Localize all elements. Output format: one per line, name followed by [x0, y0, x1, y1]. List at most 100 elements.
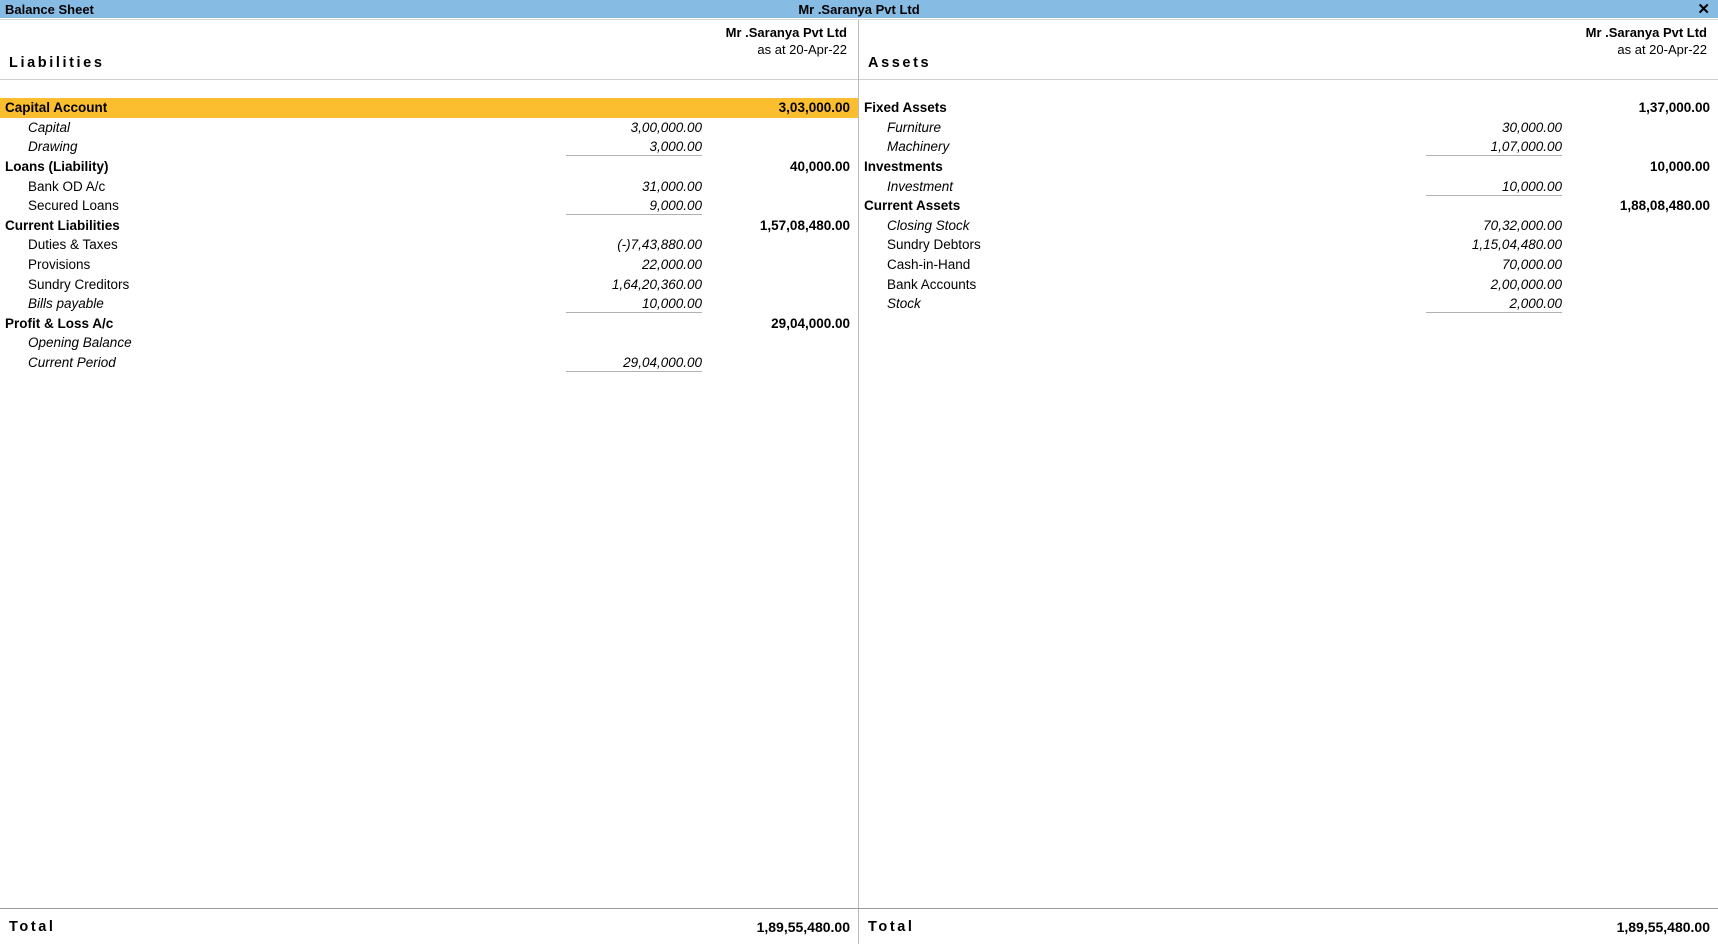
ledger-label: Drawing	[28, 139, 78, 155]
ledger-amount: 1,15,04,480.00	[1471, 237, 1562, 253]
group-row[interactable]: Profit & Loss A/c 29,04,000.00	[0, 314, 858, 334]
ledger-row[interactable]: Stock 2,000.00	[859, 294, 1718, 314]
group-row[interactable]: Fixed Assets 1,37,000.00	[859, 98, 1718, 118]
ledger-amount: 1,64,20,360.00	[611, 276, 702, 292]
group-label: Current Liabilities	[5, 217, 120, 233]
group-row[interactable]: Capital Account 3,03,000.00	[0, 98, 858, 118]
group-amount: 1,57,08,480.00	[759, 217, 850, 233]
ledger-amount: 70,000.00	[1501, 257, 1562, 273]
liabilities-as-at-date: as at 20-Apr-22	[757, 42, 847, 58]
group-label: Fixed Assets	[864, 100, 947, 116]
ledger-amount: 10,000.00	[1420, 179, 1568, 196]
ledger-row[interactable]: Bank Accounts 2,00,000.00	[859, 274, 1718, 294]
ledger-row[interactable]: Capital 3,00,000.00	[0, 118, 858, 138]
ledger-row[interactable]: Provisions 22,000.00	[0, 255, 858, 275]
ledger-amount: 22,000.00	[641, 257, 702, 273]
ledger-amount: 31,000.00	[641, 178, 702, 194]
ledger-label: Opening Balance	[28, 335, 132, 351]
ledger-amount: 30,000.00	[1501, 119, 1562, 135]
ledger-amount: (-)7,43,880.00	[617, 237, 702, 253]
ledger-amount: 9,000.00	[560, 198, 708, 216]
ledger-row[interactable]: Closing Stock 70,32,000.00	[859, 216, 1718, 236]
liabilities-column: Liabilities Mr .Saranya Pvt Ltd as at 20…	[0, 20, 859, 908]
ledger-label: Bank OD A/c	[28, 178, 106, 194]
ledger-row[interactable]: Drawing 3,000.00	[0, 137, 858, 157]
assets-rows: Fixed Assets 1,37,000.00 Furniture 30,000.0…	[859, 80, 1718, 908]
ledger-row[interactable]: Current Period 29,04,000.00	[0, 353, 858, 373]
assets-heading: Assets	[868, 55, 932, 71]
group-label: Current Assets	[864, 198, 961, 214]
ledger-row[interactable]: Bank OD A/c 31,000.00	[0, 176, 858, 196]
group-row[interactable]: Investments 10,000.00	[859, 157, 1718, 177]
ledger-label: Furniture	[887, 119, 942, 135]
liabilities-total-row: Total 1,89,55,480.00	[0, 909, 859, 944]
group-amount: 1,37,000.00	[1638, 100, 1710, 116]
ledger-row[interactable]: Opening Balance	[0, 333, 858, 353]
ledger-amount: 70,32,000.00	[1483, 217, 1562, 233]
group-amount: 29,04,000.00	[771, 315, 850, 331]
company-title: Mr .Saranya Pvt Ltd	[798, 1, 920, 17]
balance-sheet: Liabilities Mr .Saranya Pvt Ltd as at 20…	[0, 19, 1718, 944]
assets-company-name: Mr .Saranya Pvt Ltd	[1585, 25, 1707, 40]
ledger-amount: 2,000.00	[1420, 296, 1568, 314]
assets-total-row: Total 1,89,55,480.00	[859, 909, 1718, 944]
ledger-label: Closing Stock	[887, 217, 970, 233]
group-amount: 1,88,08,480.00	[1619, 198, 1710, 214]
ledger-row[interactable]: Secured Loans 9,000.00	[0, 196, 858, 216]
ledger-amount: 3,000.00	[560, 139, 708, 157]
ledger-row[interactable]: Furniture 30,000.00	[859, 118, 1718, 138]
liabilities-period-block: Mr .Saranya Pvt Ltd as at 20-Apr-22	[726, 24, 847, 58]
liabilities-total-value: 1,89,55,480.00	[756, 918, 850, 935]
close-icon[interactable]: ✕	[1693, 0, 1714, 19]
ledger-label: Bank Accounts	[887, 276, 977, 292]
group-label: Profit & Loss A/c	[5, 315, 114, 331]
liabilities-rows: Capital Account 3,03,000.00 Capital 3,00,00…	[0, 80, 858, 908]
ledger-label: Cash-in-Hand	[887, 257, 971, 273]
group-label: Loans (Liability)	[5, 159, 109, 175]
group-row[interactable]: Current Assets 1,88,08,480.00	[859, 196, 1718, 216]
liabilities-company-name: Mr .Saranya Pvt Ltd	[725, 25, 847, 40]
ledger-label: Capital	[28, 119, 71, 135]
ledger-label: Machinery	[887, 139, 950, 155]
window-title-bar: Balance Sheet Mr .Saranya Pvt Ltd ✕	[0, 0, 1718, 19]
ledger-label: Investment	[887, 178, 954, 194]
liabilities-header: Liabilities Mr .Saranya Pvt Ltd as at 20…	[0, 20, 858, 80]
balance-sheet-columns: Liabilities Mr .Saranya Pvt Ltd as at 20…	[0, 20, 1718, 908]
ledger-row[interactable]: Bills payable 10,000.00	[0, 294, 858, 314]
group-row[interactable]: Current Liabilities 1,57,08,480.00	[0, 216, 858, 236]
ledger-row[interactable]: Sundry Creditors 1,64,20,360.00	[0, 274, 858, 294]
assets-as-at-date: as at 20-Apr-22	[1617, 42, 1707, 58]
ledger-amount: 3,00,000.00	[630, 119, 702, 135]
assets-header: Assets Mr .Saranya Pvt Ltd as at 20-Apr-…	[859, 20, 1718, 80]
group-label: Capital Account	[5, 100, 108, 116]
ledger-label: Duties & Taxes	[28, 237, 118, 253]
report-title: Balance Sheet	[5, 1, 94, 17]
ledger-label: Sundry Debtors	[887, 237, 981, 253]
ledger-row[interactable]: Cash-in-Hand 70,000.00	[859, 255, 1718, 275]
totals-bar: Total 1,89,55,480.00 Total 1,89,55,480.0…	[0, 908, 1718, 944]
group-row[interactable]: Loans (Liability) 40,000.00	[0, 157, 858, 177]
group-amount: 10,000.00	[1649, 159, 1710, 175]
ledger-label: Secured Loans	[28, 198, 119, 214]
liabilities-heading: Liabilities	[9, 55, 105, 71]
assets-column: Assets Mr .Saranya Pvt Ltd as at 20-Apr-…	[859, 20, 1718, 908]
group-amount: 40,000.00	[789, 159, 850, 175]
ledger-label: Stock	[887, 296, 921, 312]
group-label: Investments	[864, 159, 943, 175]
assets-period-block: Mr .Saranya Pvt Ltd as at 20-Apr-22	[1586, 24, 1707, 58]
assets-total-value: 1,89,55,480.00	[1616, 918, 1710, 935]
group-amount: 3,03,000.00	[778, 100, 850, 116]
ledger-label: Current Period	[28, 355, 116, 371]
ledger-amount: 2,00,000.00	[1490, 276, 1562, 292]
ledger-label: Sundry Creditors	[28, 276, 130, 292]
ledger-row[interactable]: Duties & Taxes (-)7,43,880.00	[0, 235, 858, 255]
liabilities-total-label: Total	[9, 918, 56, 935]
assets-total-label: Total	[868, 918, 915, 935]
ledger-row[interactable]: Investment 10,000.00	[859, 176, 1718, 196]
ledger-amount: 29,04,000.00	[560, 355, 708, 373]
ledger-row[interactable]: Machinery 1,07,000.00	[859, 137, 1718, 157]
ledger-amount: 1,07,000.00	[1420, 139, 1568, 157]
ledger-amount: 10,000.00	[560, 296, 708, 314]
ledger-row[interactable]: Sundry Debtors 1,15,04,480.00	[859, 235, 1718, 255]
ledger-label: Bills payable	[28, 296, 104, 312]
